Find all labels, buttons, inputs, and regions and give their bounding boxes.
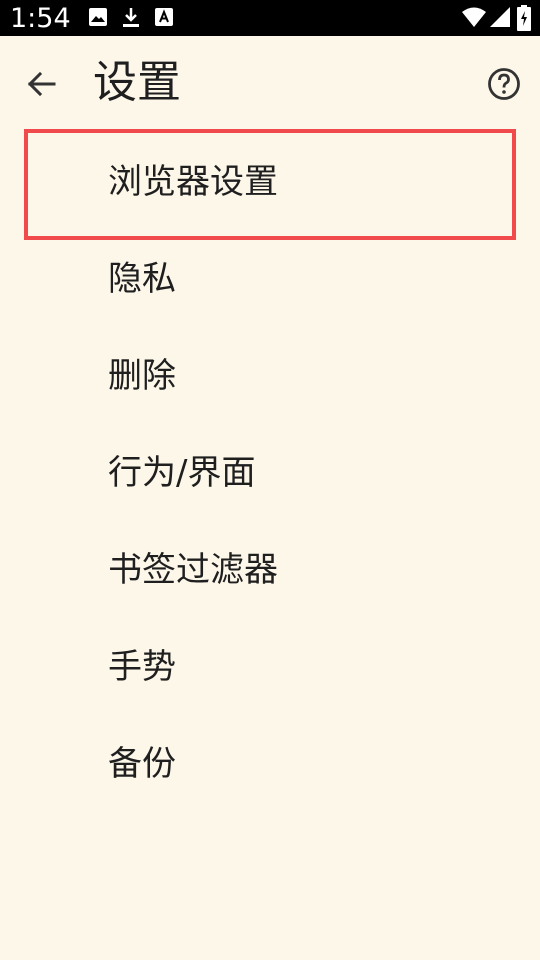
download-icon xyxy=(121,7,141,33)
settings-item-gestures[interactable]: 手势 xyxy=(0,619,540,716)
image-icon xyxy=(88,7,108,31)
settings-item-bookmark-filter[interactable]: 书签过滤器 xyxy=(0,522,540,619)
back-button[interactable] xyxy=(18,64,66,104)
app-bar: 设置 xyxy=(0,36,540,132)
settings-item-label: 手势 xyxy=(108,647,176,687)
wifi-icon xyxy=(462,6,486,32)
back-arrow-icon xyxy=(18,71,66,108)
settings-item-label: 书签过滤器 xyxy=(108,550,278,590)
signal-icon xyxy=(489,6,511,32)
status-bar: 1:54 xyxy=(0,0,540,36)
settings-item-backup[interactable]: 备份 xyxy=(0,716,540,813)
settings-item-label: 删除 xyxy=(108,356,176,396)
battery-icon xyxy=(517,5,531,35)
page-title: 设置 xyxy=(93,57,181,108)
settings-item-label: 隐私 xyxy=(108,259,176,299)
help-button[interactable] xyxy=(484,64,524,104)
settings-item-browser-settings[interactable]: 浏览器设置 xyxy=(0,134,540,231)
settings-item-label: 备份 xyxy=(108,744,176,784)
settings-list: 浏览器设置 隐私 删除 行为/界面 书签过滤器 手势 备份 xyxy=(0,134,540,813)
help-icon xyxy=(484,68,524,108)
settings-item-label: 行为/界面 xyxy=(108,453,256,493)
settings-item-delete[interactable]: 删除 xyxy=(0,328,540,425)
settings-item-label: 浏览器设置 xyxy=(108,162,278,202)
status-time: 1:54 xyxy=(10,3,71,34)
font-icon xyxy=(154,7,174,31)
settings-item-behavior-interface[interactable]: 行为/界面 xyxy=(0,425,540,522)
settings-item-privacy[interactable]: 隐私 xyxy=(0,231,540,328)
